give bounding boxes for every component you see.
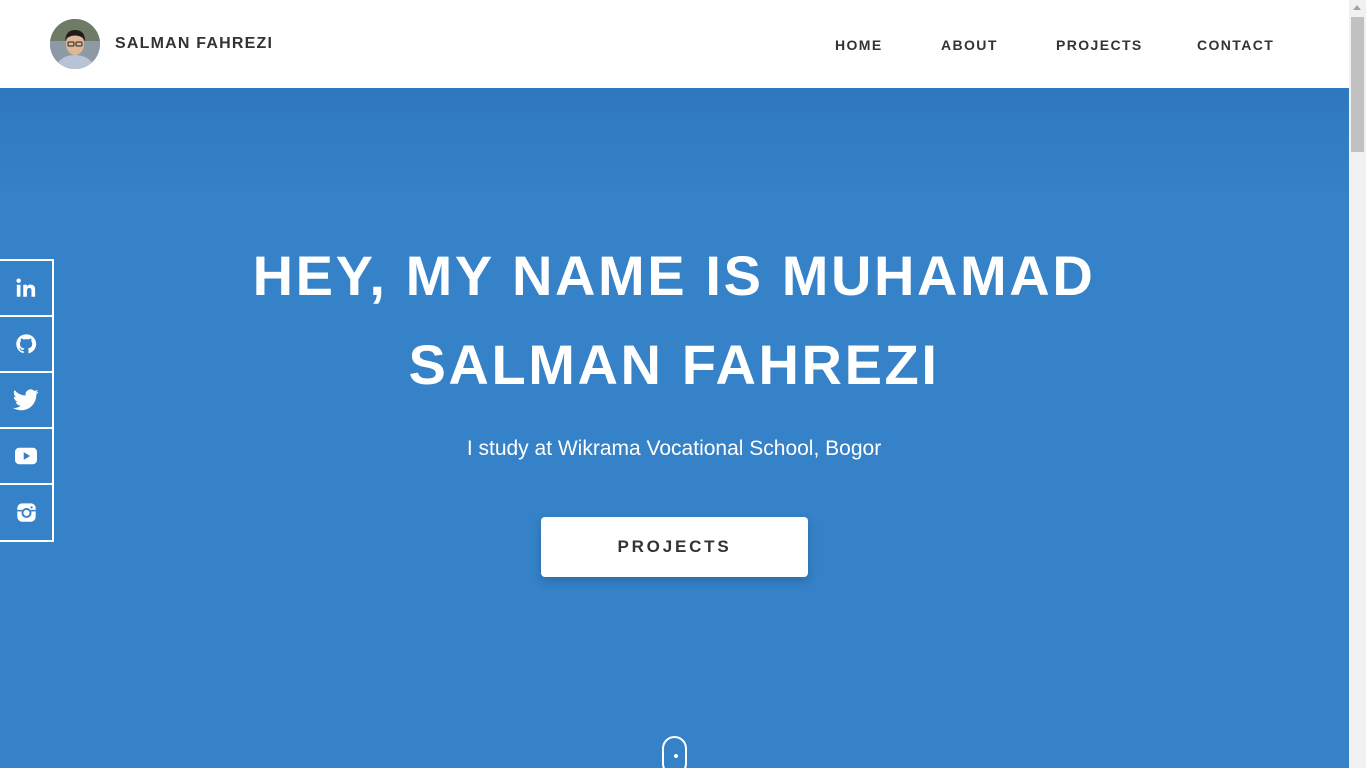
nav-contact[interactable]: CONTACT bbox=[1197, 35, 1274, 55]
hero-subtitle: I study at Wikrama Vocational School, Bo… bbox=[466, 437, 882, 460]
instagram-icon bbox=[16, 503, 36, 522]
youtube-icon bbox=[15, 447, 37, 465]
scroll-dot bbox=[673, 754, 678, 758]
scroll-up-arrow-icon[interactable] bbox=[1353, 5, 1361, 10]
page: SALMAN FAHREZI HOME ABOUT PROJECTS CONTA… bbox=[0, 0, 1366, 768]
projects-button[interactable]: PROJECTS bbox=[541, 517, 808, 577]
social-sidebar bbox=[0, 259, 54, 542]
nav-home[interactable]: HOME bbox=[835, 35, 883, 55]
site-header: SALMAN FAHREZI HOME ABOUT PROJECTS CONTA… bbox=[0, 0, 1349, 88]
social-link-github[interactable] bbox=[0, 317, 52, 373]
social-link-instagram[interactable] bbox=[0, 485, 52, 540]
hero-section: HEY, MY NAME IS MUHAMAD SALMAN FAHREZI I… bbox=[0, 88, 1349, 768]
vertical-scrollbar[interactable] bbox=[1349, 0, 1366, 768]
scroll-down-icon[interactable] bbox=[662, 736, 687, 768]
nav-about[interactable]: ABOUT bbox=[941, 35, 998, 55]
social-link-linkedin[interactable] bbox=[0, 261, 52, 317]
main-nav: HOME ABOUT PROJECTS CONTACT bbox=[0, 35, 1349, 55]
nav-projects[interactable]: PROJECTS bbox=[1056, 35, 1143, 55]
scrollbar-thumb[interactable] bbox=[1351, 17, 1364, 152]
github-icon bbox=[16, 334, 37, 354]
hero-title: HEY, MY NAME IS MUHAMAD SALMAN FAHREZI bbox=[174, 231, 1174, 409]
social-link-youtube[interactable] bbox=[0, 429, 52, 485]
social-link-twitter[interactable] bbox=[0, 373, 52, 429]
twitter-icon bbox=[13, 389, 39, 411]
hero-title-line-2: SALMAN FAHREZI bbox=[408, 333, 940, 396]
linkedin-icon bbox=[16, 278, 36, 297]
hero-title-line-1: HEY, MY NAME IS MUHAMAD bbox=[252, 244, 1096, 307]
